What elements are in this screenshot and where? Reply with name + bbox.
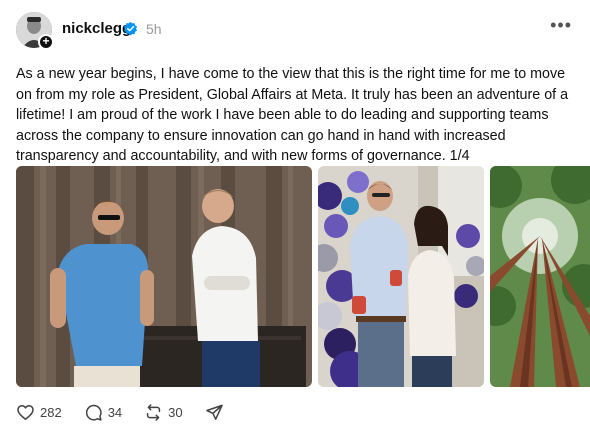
more-options-icon[interactable]: ••• [550,16,572,34]
post-image-3[interactable] [490,166,590,387]
post-text: As a new year begins, I have come to the… [16,66,569,165]
share-button[interactable] [205,403,224,422]
post-actions: 282 34 30 [16,402,246,422]
heart-icon [17,404,34,420]
comment-icon [85,404,102,421]
like-count: 282 [40,404,62,420]
follow-plus-icon[interactable]: + [38,34,54,50]
reply-count: 34 [107,404,123,420]
repost-count: 30 [168,404,183,420]
reply-button[interactable]: 34 [84,403,122,422]
post-image-1[interactable] [16,166,312,387]
like-button[interactable]: 282 [16,403,62,422]
send-icon [205,404,223,420]
verified-badge-icon [123,21,138,36]
repost-icon [146,403,161,421]
username[interactable]: nickclegg [62,20,131,37]
post-timestamp[interactable]: 5h [146,21,162,37]
thread-post: + nickclegg 5h ••• As a new year begins,… [0,0,590,433]
repost-button[interactable]: 30 [144,403,183,422]
avatar[interactable]: + [16,12,54,50]
post-image-2[interactable] [318,166,484,387]
